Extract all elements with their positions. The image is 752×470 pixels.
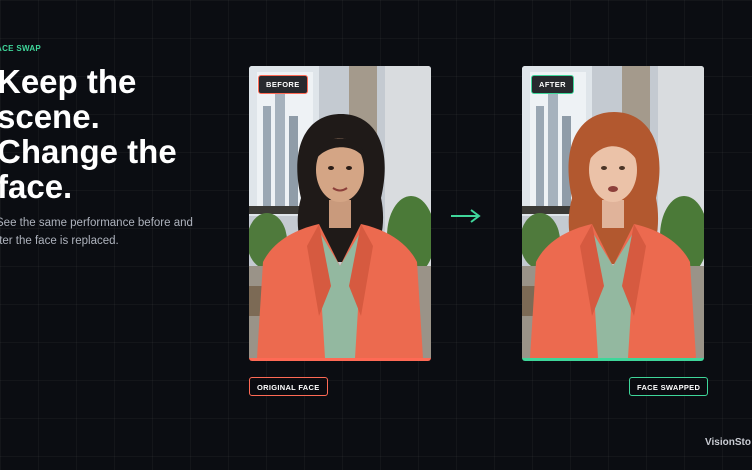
before-tag: BEFORE — [258, 75, 308, 94]
face-swap-section: ACE SWAP Keep the scene. Change the face… — [0, 0, 752, 470]
subtitle: See the same performance before and fter… — [0, 214, 211, 250]
after-photo-card: AFTER — [522, 66, 704, 361]
headline-line-3: Change the — [0, 133, 177, 170]
arrow-right-icon — [451, 209, 481, 223]
subtitle-line-1: See the same performance before and — [0, 217, 193, 229]
headline-line-1: Keep the — [0, 63, 137, 100]
brand-watermark: VisionSto — [705, 437, 751, 448]
face-swapped-label: FACE SWAPPED — [629, 377, 709, 396]
before-photo-card: BEFORE — [249, 66, 431, 361]
after-portrait-image — [522, 66, 704, 358]
headline-line-2: scene. — [0, 98, 100, 135]
headline: Keep the scene. Change the face. — [0, 64, 217, 204]
headline-line-4: face. — [0, 168, 73, 205]
section-eyebrow: ACE SWAP — [0, 44, 42, 53]
original-face-label: ORIGINAL FACE — [249, 377, 328, 396]
after-tag: AFTER — [531, 75, 574, 94]
subtitle-line-2: fter the face is replaced. — [0, 235, 119, 247]
before-portrait-image — [249, 66, 431, 358]
